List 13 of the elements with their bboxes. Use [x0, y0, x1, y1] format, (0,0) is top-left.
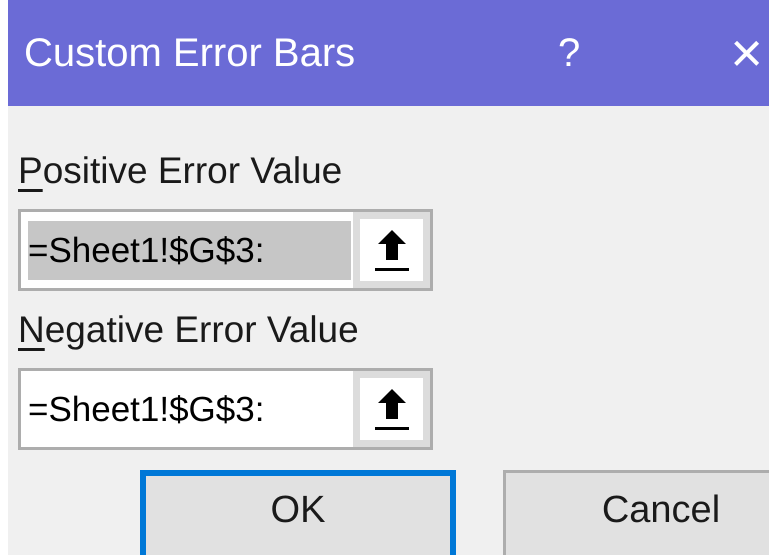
- field-label: Positive Error Value: [18, 152, 344, 189]
- upload-arrow-icon: [374, 228, 408, 272]
- collapse-dialog-button[interactable]: [353, 371, 430, 447]
- window-title: Custom Error Bars: [24, 33, 356, 73]
- range-input-field[interactable]: =Sheet1!$G$3:: [21, 212, 353, 288]
- field-label: Negative Error Value: [18, 311, 360, 348]
- close-button[interactable]: ×: [730, 25, 763, 81]
- help-button[interactable]: ?: [558, 33, 580, 73]
- range-input-field[interactable]: =Sheet1!$G$3:: [21, 371, 353, 447]
- collapse-dialog-button[interactable]: [353, 212, 430, 288]
- upload-arrow-icon: [374, 387, 408, 431]
- dialog-button[interactable]: OK: [140, 470, 456, 555]
- dialog-button[interactable]: Cancel: [503, 470, 769, 555]
